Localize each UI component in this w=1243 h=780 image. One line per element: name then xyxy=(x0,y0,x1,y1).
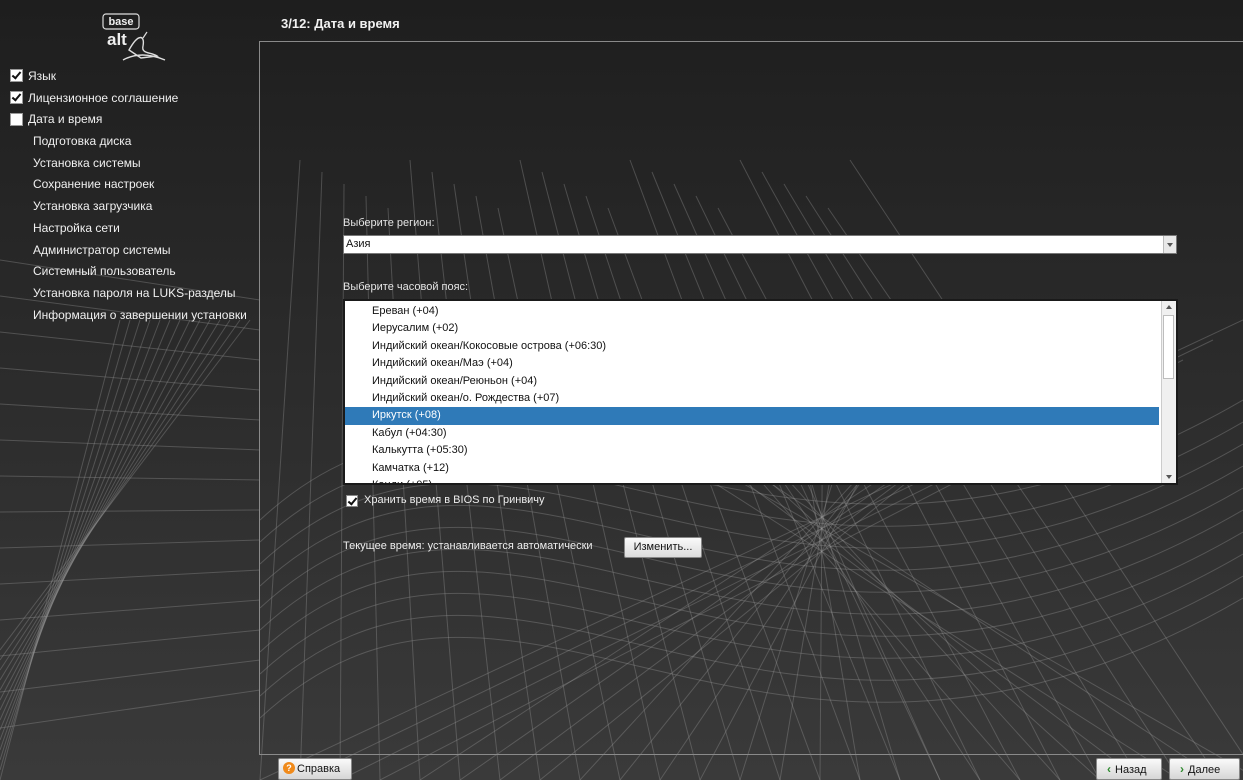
help-label: Справка xyxy=(297,763,341,775)
scroll-down-icon[interactable] xyxy=(1162,471,1176,483)
timezone-item[interactable]: Калькутта (+05:30) xyxy=(345,442,1159,459)
basealt-logo: base alt xyxy=(102,13,166,61)
current-time-value: устанавливается автоматически xyxy=(427,540,593,552)
step-label: Установка пароля на LUKS-разделы xyxy=(33,285,236,300)
timezone-item[interactable]: Индийский океан/Реюньон (+04) xyxy=(345,373,1159,390)
logo-text-alt: alt xyxy=(107,30,127,49)
region-value: Азия xyxy=(346,238,371,250)
step-label: Настройка сети xyxy=(33,220,120,235)
logo-text-base: base xyxy=(108,16,133,28)
timezone-item[interactable]: Индийский океан/Кокосовые острова (+06:3… xyxy=(345,338,1159,355)
timezone-item[interactable]: Индийский океан/о. Рождества (+07) xyxy=(345,390,1159,407)
installer-steps: Язык Лицензионное соглашение Дата и время П… xyxy=(10,66,260,326)
step-label: Администратор системы xyxy=(33,242,171,257)
timezone-item[interactable]: Камчатка (+12) xyxy=(345,460,1159,477)
help-button[interactable]: ? Справка xyxy=(278,758,352,780)
chevron-down-icon[interactable] xyxy=(1163,236,1176,253)
timezone-item[interactable]: Кабул (+04:30) xyxy=(345,425,1159,442)
step-item: Установка системы xyxy=(10,153,260,175)
step-label: Лицензионное соглашение xyxy=(28,90,179,105)
help-icon: ? xyxy=(283,762,295,775)
timezone-rows: Ереван (+04) Иерусалим (+02) Индийский оке… xyxy=(345,303,1163,483)
timezone-item[interactable]: Иркутск (+08) xyxy=(345,407,1159,425)
step-label: Информация о завершении установки xyxy=(33,307,247,322)
page-title: 3/12: Дата и время xyxy=(281,16,400,31)
bios-utc-label: Хранить время в BIOS по Гринвичу xyxy=(364,494,545,506)
timezone-item[interactable]: Иерусалим (+02) xyxy=(345,320,1159,337)
timezone-list[interactable]: Ереван (+04) Иерусалим (+02) Индийский оке… xyxy=(343,299,1178,485)
step-unchecked-icon xyxy=(10,112,23,126)
step-label: Дата и время xyxy=(28,112,103,127)
chevron-right-icon: › xyxy=(1180,762,1184,776)
step-label: Системный пользователь xyxy=(33,264,176,279)
step-label: Язык xyxy=(28,69,57,83)
timezone-item[interactable]: Канди (+05) xyxy=(345,477,1159,483)
next-button[interactable]: › Далее xyxy=(1169,758,1240,780)
step-label: Сохранение настроек xyxy=(33,177,155,192)
step-item: Язык xyxy=(10,66,260,88)
step-item: Информация о завершении установки xyxy=(10,305,260,327)
timezone-item[interactable]: Индийский океан/Маэ (+04) xyxy=(345,355,1159,372)
timezone-scrollbar[interactable] xyxy=(1161,301,1176,483)
step-item: Установка загрузчика xyxy=(10,196,260,218)
back-label: Назад xyxy=(1115,764,1147,776)
next-label: Далее xyxy=(1188,764,1221,776)
bios-utc-checkbox[interactable] xyxy=(346,495,358,507)
current-time-row: Текущее время: устанавливается автоматич… xyxy=(343,540,593,552)
region-label: Выберите регион: xyxy=(343,217,435,229)
step-item: Подготовка диска xyxy=(10,131,260,153)
scrollbar-thumb[interactable] xyxy=(1163,315,1174,379)
step-item: Администратор системы xyxy=(10,240,260,262)
region-select[interactable]: Азия xyxy=(343,235,1177,254)
step-checked-icon xyxy=(10,69,23,83)
step-label: Установка системы xyxy=(33,155,141,170)
chevron-left-icon: ‹ xyxy=(1107,762,1111,776)
step-item: Настройка сети xyxy=(10,218,260,240)
scroll-up-icon[interactable] xyxy=(1162,301,1176,313)
timezone-label: Выберите часовой пояс: xyxy=(343,281,469,293)
step-label: Установка загрузчика xyxy=(33,199,153,214)
step-item: Системный пользователь xyxy=(10,261,260,283)
timezone-item[interactable]: Ереван (+04) xyxy=(345,303,1159,320)
back-button[interactable]: ‹ Назад xyxy=(1096,758,1162,780)
step-item: Установка пароля на LUKS-разделы xyxy=(10,283,260,305)
step-item: Дата и время xyxy=(10,109,260,131)
step-item: Лицензионное соглашение xyxy=(10,88,260,110)
step-label: Подготовка диска xyxy=(33,134,132,149)
step-item: Сохранение настроек xyxy=(10,174,260,196)
step-checked-icon xyxy=(10,91,23,105)
current-time-label: Текущее время: xyxy=(343,540,425,552)
change-time-button[interactable]: Изменить... xyxy=(624,537,702,558)
